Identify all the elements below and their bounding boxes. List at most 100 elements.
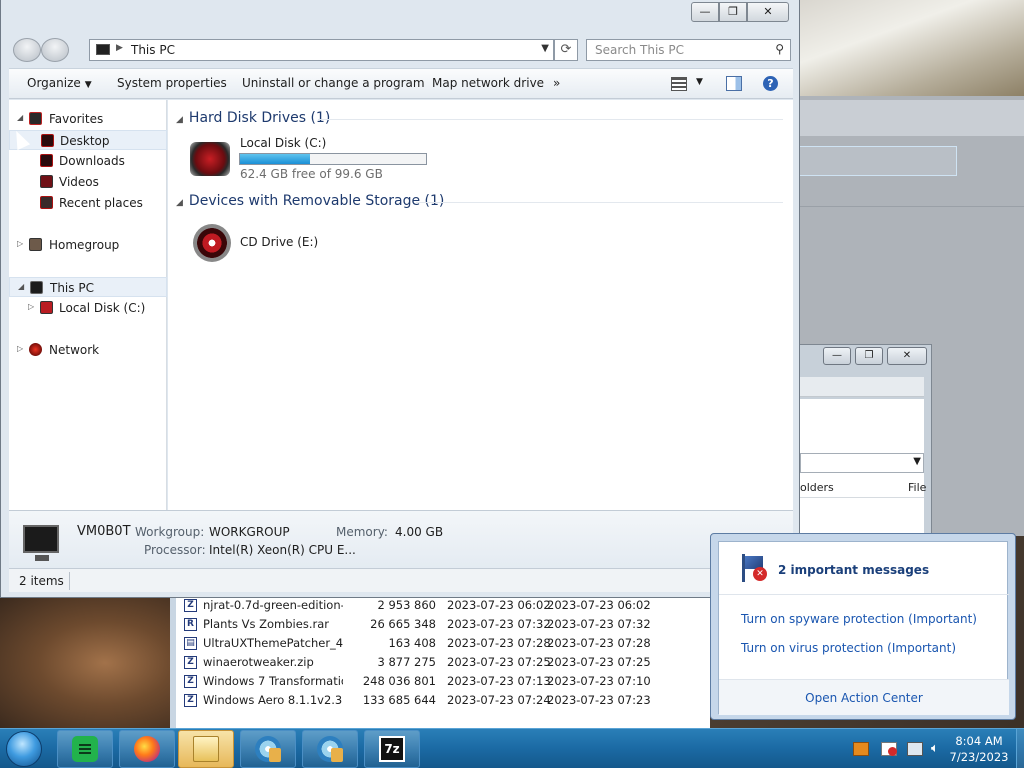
item-count: 2 items xyxy=(19,574,64,588)
collapse-icon: ◢ xyxy=(17,113,24,122)
refresh-button[interactable]: ⟳ xyxy=(554,39,578,61)
file-name: winaerotweaker.zip xyxy=(203,655,314,669)
taskbar-cd-app-2[interactable] xyxy=(302,730,358,768)
archive-file-icon: R xyxy=(184,618,197,631)
firefox-icon xyxy=(134,736,160,762)
nav-recent-places[interactable]: Recent places xyxy=(9,193,167,213)
videos-icon xyxy=(40,175,53,188)
action-center-flag-icon: ✕ xyxy=(739,554,767,582)
hard-drive-icon[interactable] xyxy=(190,142,230,176)
map-network-drive-button[interactable]: Map network drive xyxy=(432,76,544,90)
organize-button[interactable]: Organize ▼ xyxy=(27,76,92,90)
help-icon[interactable]: ? xyxy=(763,76,778,91)
taskbar-firefox[interactable] xyxy=(119,730,175,768)
command-bar: Organize ▼ System properties Uninstall or… xyxy=(9,68,793,99)
taskbar-cd-app-1[interactable] xyxy=(240,730,296,768)
nav-homegroup[interactable]: ▷ Homegroup xyxy=(9,235,167,255)
nav-local-disk[interactable]: ▷ Local Disk (C:) xyxy=(9,298,167,318)
network-icon xyxy=(29,343,42,356)
close-button[interactable]: ✕ xyxy=(887,347,927,365)
open-action-center-link[interactable]: Open Action Center xyxy=(719,691,1009,705)
file-row[interactable]: R Plants Vs Zombies.rar 26 665 348 2023-07-… xyxy=(176,615,716,634)
search-icon[interactable]: ⚲ xyxy=(775,42,784,56)
update-tray-icon[interactable] xyxy=(853,742,869,756)
processor-label: Processor: xyxy=(144,543,206,557)
nav-videos[interactable]: Videos xyxy=(9,172,167,192)
taskbar-7zip[interactable]: 7z xyxy=(364,730,420,768)
file-name: UltraUXThemePatcher_4.... xyxy=(203,636,343,650)
uninstall-program-button[interactable]: Uninstall or change a program xyxy=(242,76,425,90)
group-removable-storage[interactable]: ◢ Devices with Removable Storage (1) xyxy=(176,193,444,209)
search-input[interactable]: Search This PC ⚲ xyxy=(586,39,791,61)
chevron-down-icon[interactable]: ▼ xyxy=(541,43,549,54)
show-desktop-button[interactable] xyxy=(1016,729,1024,768)
file-row[interactable]: Z Windows 7 Transformatio... 248 036 801 20… xyxy=(176,672,716,691)
address-bar[interactable]: ▶ This PC ▼ xyxy=(89,39,554,61)
breadcrumb-arrow-icon[interactable]: ▶ xyxy=(116,43,123,53)
file-list-window[interactable]: Znjrat-0.7d-green-edition-... 2 953 860 20… xyxy=(170,592,710,728)
maximize-button[interactable]: ❐ xyxy=(719,2,747,22)
navigation-pane: ◢ Favorites Desktop Downloads Videos Rec… xyxy=(9,100,167,510)
file-row[interactable]: Znjrat-0.7d-green-edition-... 2 953 860 20… xyxy=(176,596,716,615)
close-button[interactable]: ✕ xyxy=(747,2,789,22)
background-input[interactable] xyxy=(799,146,957,176)
chevron-down-icon[interactable]: ▼ xyxy=(913,456,921,467)
file-created: 2023-07-23 06:02 xyxy=(547,598,651,612)
file-size: 3 877 275 xyxy=(377,655,436,669)
virus-protection-link[interactable]: Turn on virus protection (Important) xyxy=(741,641,956,655)
chevron-down-icon[interactable]: ▼ xyxy=(696,77,703,87)
details-pane: VM0B0T Workgroup: WORKGROUP Memory: 4.00… xyxy=(9,510,793,568)
breadcrumb[interactable]: This PC xyxy=(131,43,175,57)
nav-this-pc[interactable]: ◢ This PC xyxy=(9,277,167,297)
column-file[interactable]: File xyxy=(908,481,926,494)
path-combo[interactable]: ▼ xyxy=(800,453,924,473)
nav-favorites[interactable]: ◢ Favorites xyxy=(9,109,167,129)
file-size: 248 036 801 xyxy=(362,674,436,688)
file-modified: 2023-07-23 07:32 xyxy=(447,617,551,631)
homegroup-icon xyxy=(29,238,42,251)
more-commands-button[interactable]: » xyxy=(553,76,560,90)
file-created: 2023-07-23 07:28 xyxy=(547,636,651,650)
network-tray-icon[interactable] xyxy=(907,742,923,756)
file-row[interactable]: Z Windows Aero 8.1.1v2.3.zip 133 685 644 20… xyxy=(176,691,716,710)
preview-pane-icon[interactable] xyxy=(726,76,742,91)
file-row[interactable]: Zwinaerotweaker.zip 3 877 275 2023-07-23 0… xyxy=(176,653,716,672)
archive-file-icon: Z xyxy=(184,694,197,707)
messages-header[interactable]: 2 important messages xyxy=(778,563,929,577)
cd-drive-label[interactable]: CD Drive (E:) xyxy=(240,235,318,249)
file-row[interactable]: ▤ UltraUXThemePatcher_4.... 163 408 2023-07… xyxy=(176,634,716,653)
explorer-window[interactable]: — ❐ ✕ ▶ This PC ▼ ⟳ Search This PC ⚲ Org… xyxy=(0,0,800,598)
file-modified: 2023-07-23 07:25 xyxy=(447,655,551,669)
nav-network[interactable]: ▷ Network xyxy=(9,340,167,360)
archive-file-icon: Z xyxy=(184,675,197,688)
change-view-icon[interactable] xyxy=(671,77,687,91)
nav-downloads[interactable]: Downloads xyxy=(9,151,167,171)
taskbar-notes-app[interactable] xyxy=(57,730,113,768)
start-button[interactable] xyxy=(6,731,42,767)
minimize-button[interactable]: — xyxy=(823,347,851,365)
favorites-icon xyxy=(29,112,42,125)
minimize-button[interactable]: — xyxy=(691,2,719,22)
local-disk-label[interactable]: Local Disk (C:) xyxy=(240,136,326,150)
group-hard-disk-drives[interactable]: ◢ Hard Disk Drives (1) xyxy=(176,110,330,126)
sevenzip-window[interactable]: — ❐ ✕ ▼ olders File xyxy=(798,344,932,534)
system-clock[interactable]: 8:04 AM 7/23/2023 xyxy=(944,733,1014,765)
cd-drive-icon[interactable] xyxy=(193,224,231,262)
clock-time: 8:04 AM xyxy=(955,734,1003,748)
column-folders[interactable]: olders xyxy=(800,481,834,494)
forward-button[interactable] xyxy=(41,38,69,62)
disk-free-text: 62.4 GB free of 99.6 GB xyxy=(240,167,383,181)
computer-name: VM0B0T xyxy=(77,524,131,539)
action-center-tray-icon[interactable] xyxy=(881,742,897,756)
column-header[interactable]: olders File xyxy=(800,478,926,498)
file-created: 2023-07-23 07:32 xyxy=(547,617,651,631)
nav-desktop[interactable]: Desktop xyxy=(9,130,167,150)
back-button[interactable] xyxy=(13,38,41,62)
maximize-button[interactable]: ❐ xyxy=(855,347,883,365)
processor-value: Intel(R) Xeon(R) CPU E... xyxy=(209,543,356,557)
archive-file-icon: Z xyxy=(184,599,197,612)
taskbar-explorer[interactable] xyxy=(178,730,234,768)
spyware-protection-link[interactable]: Turn on spyware protection (Important) xyxy=(741,612,977,626)
file-created: 2023-07-23 07:23 xyxy=(547,693,651,707)
system-properties-button[interactable]: System properties xyxy=(117,76,227,90)
